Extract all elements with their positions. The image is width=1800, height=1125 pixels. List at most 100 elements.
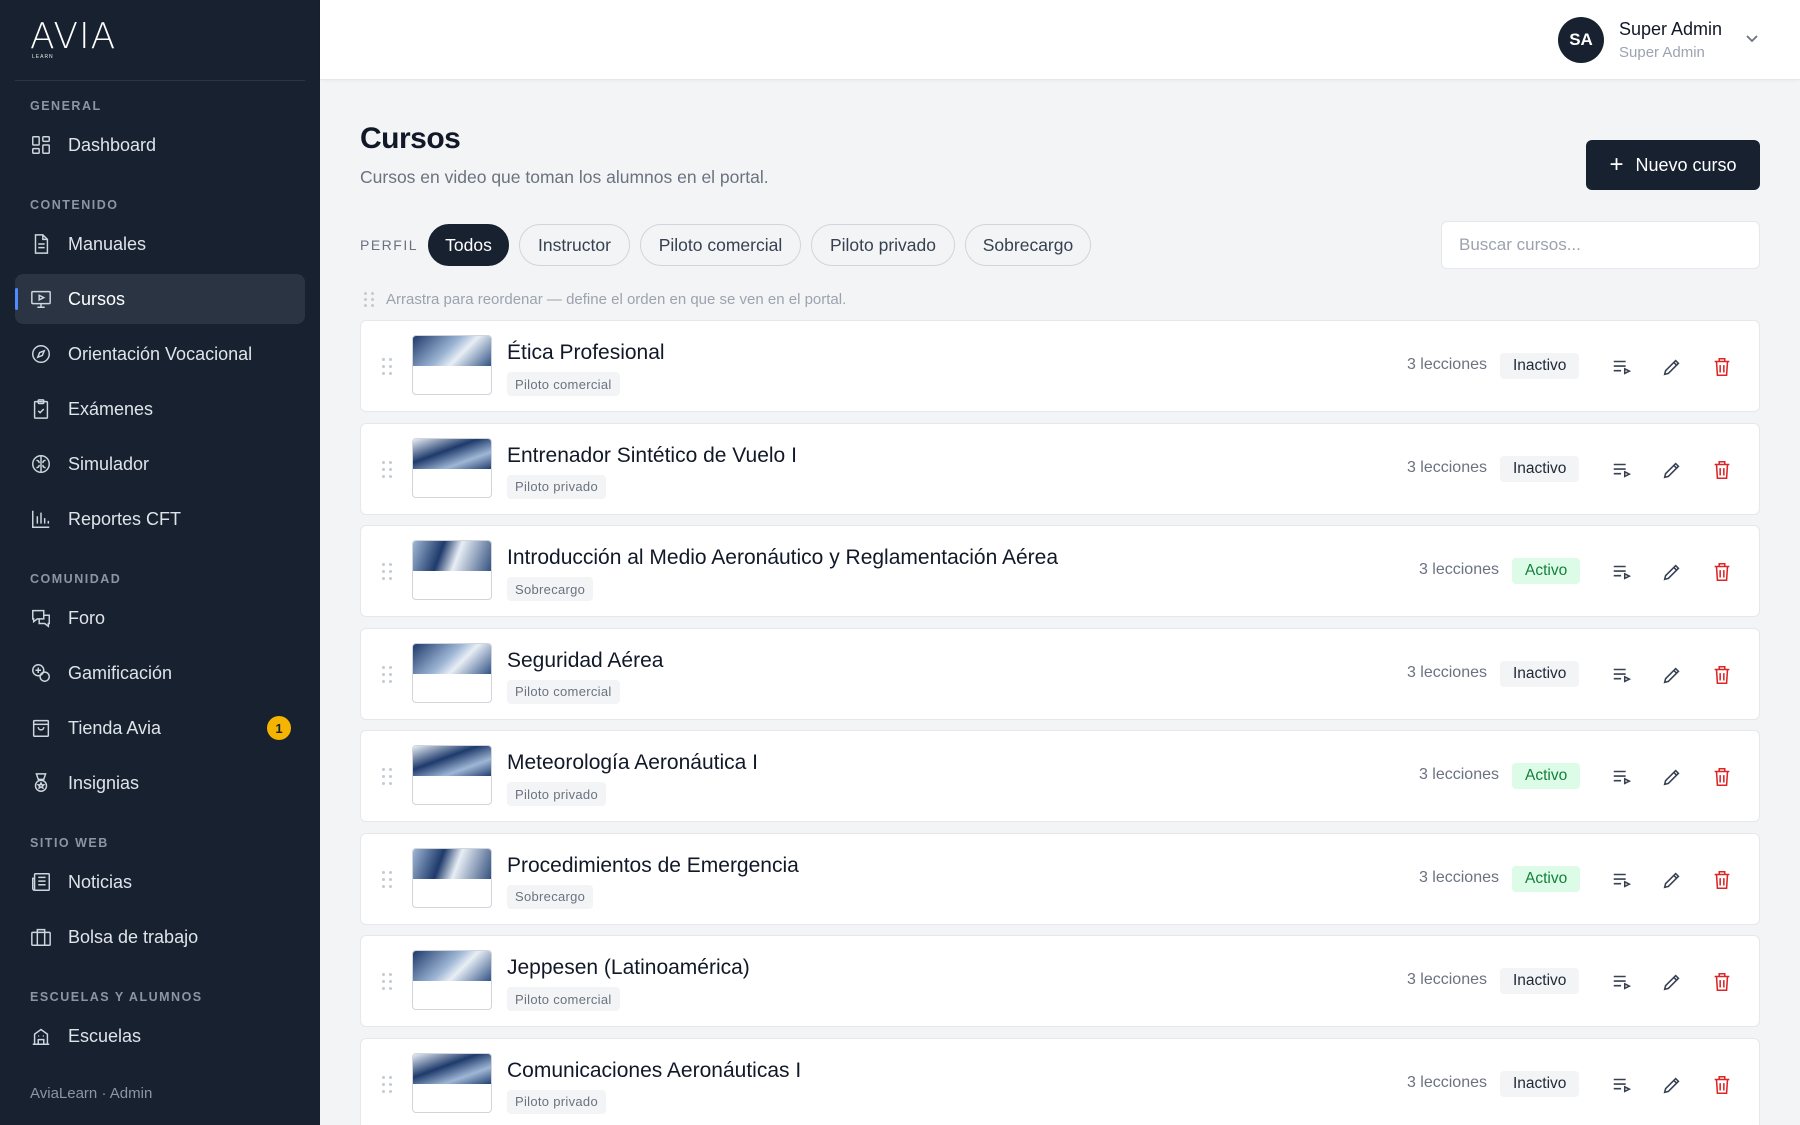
sidebar-item-label: Exámenes — [68, 398, 154, 419]
lessons-list-icon[interactable] — [1611, 459, 1633, 481]
trash-icon[interactable] — [1711, 561, 1733, 583]
lessons-list-icon[interactable] — [1611, 561, 1633, 583]
filter-chip-instructor[interactable]: Instructor — [519, 224, 630, 266]
course-row[interactable]: Seguridad Aérea Piloto comercial 3 leccion… — [360, 627, 1760, 720]
sidebar-item-gamificacion[interactable]: Gamificación — [15, 648, 305, 698]
status-badge[interactable]: Inactivo — [1500, 660, 1580, 687]
course-title[interactable]: Comunicaciones Aeronáuticas I — [507, 1059, 801, 1083]
sidebar-footer: AviaLearn · Admin — [30, 1085, 153, 1102]
trash-icon[interactable] — [1711, 664, 1733, 686]
lessons-list-icon[interactable] — [1611, 971, 1633, 993]
drag-handle-icon[interactable] — [382, 973, 392, 991]
status-badge[interactable]: Activo — [1512, 763, 1581, 789]
edit-icon[interactable] — [1661, 356, 1683, 378]
course-title[interactable]: Entrenador Sintético de Vuelo I — [507, 444, 797, 468]
edit-icon[interactable] — [1661, 766, 1683, 788]
course-title[interactable]: Introducción al Medio Aeronáutico y Regl… — [507, 546, 1058, 570]
edit-icon[interactable] — [1661, 869, 1683, 891]
sidebar-item-insignias[interactable]: Insignias — [15, 758, 305, 808]
status-badge[interactable]: Activo — [1512, 865, 1581, 892]
status-badge[interactable]: Inactivo — [1500, 968, 1580, 994]
sidebar-item-orientacion-vocacional[interactable]: Orientación Vocacional — [15, 329, 305, 379]
search-input[interactable] — [1441, 221, 1760, 269]
trash-icon[interactable] — [1711, 1074, 1733, 1096]
edit-icon[interactable] — [1661, 971, 1683, 993]
course-title[interactable]: Ética Profesional — [507, 341, 665, 365]
edit-icon[interactable] — [1661, 1074, 1683, 1096]
filter-label: PERFIL — [360, 237, 419, 253]
lessons-list-icon[interactable] — [1611, 664, 1633, 686]
filter-chip-todos[interactable]: Todos — [428, 224, 509, 266]
course-title[interactable]: Meteorología Aeronáutica I — [507, 751, 758, 775]
sidebar-item-tienda-avia[interactable]: Tienda Avia 1 — [15, 703, 305, 753]
drag-handle-icon[interactable] — [382, 1075, 392, 1094]
section-sitio-web: SITIO WEB — [30, 836, 109, 850]
filter-chip-piloto-privado[interactable]: Piloto privado — [811, 224, 955, 266]
sidebar-item-manuales[interactable]: Manuales — [15, 219, 305, 269]
status-badge[interactable]: Inactivo — [1500, 353, 1580, 379]
sidebar-item-simulador[interactable]: Simulador — [15, 439, 305, 489]
status-badge[interactable]: Inactivo — [1500, 455, 1580, 482]
chat-bubbles-icon — [30, 607, 52, 629]
filter-chip-sobrecargo[interactable]: Sobrecargo — [965, 224, 1091, 266]
sidebar-item-label: Manuales — [68, 233, 147, 254]
section-escuelas-y-alumnos: ESCUELAS Y ALUMNOS — [30, 990, 203, 1004]
course-row[interactable]: Procedimientos de Emergencia Sobrecargo 3 … — [360, 832, 1760, 925]
drag-handle-icon[interactable] — [382, 563, 392, 581]
trash-icon[interactable] — [1711, 766, 1733, 788]
sidebar-item-examenes[interactable]: Exámenes — [15, 384, 305, 434]
edit-icon[interactable] — [1661, 459, 1683, 481]
sidebar-item-label: Simulador — [68, 453, 150, 474]
course-profile-tag: Piloto comercial — [507, 372, 620, 396]
sidebar-item-escuelas[interactable]: Escuelas — [15, 1011, 305, 1061]
filter-chip-piloto-comercial[interactable]: Piloto comercial — [640, 224, 801, 266]
sidebar-item-foro[interactable]: Foro — [15, 593, 305, 643]
drag-handle-icon[interactable] — [382, 870, 392, 889]
avatar[interactable]: SA — [1558, 17, 1604, 63]
course-thumbnail — [412, 335, 492, 395]
course-row[interactable]: Ética Profesional Piloto comercial 3 lecci… — [360, 320, 1760, 412]
sidebar-item-label: Foro — [68, 607, 106, 628]
course-thumbnail — [412, 642, 492, 703]
course-profile-tag: Piloto privado — [507, 474, 606, 499]
sidebar-item-reportes-cft[interactable]: Reportes CFT — [15, 494, 305, 544]
sidebar-item-noticias[interactable]: Noticias — [15, 857, 305, 907]
course-title[interactable]: Procedimientos de Emergencia — [507, 854, 799, 878]
course-row[interactable]: Meteorología Aeronáutica I Piloto privado… — [360, 730, 1760, 822]
drag-handle-icon[interactable] — [382, 358, 392, 376]
course-row[interactable]: Jeppesen (Latinoamérica) Piloto comercial… — [360, 935, 1760, 1027]
user-name[interactable]: Super Admin — [1619, 19, 1722, 40]
drag-handle-icon — [364, 291, 374, 308]
clipboard-check-icon — [30, 398, 52, 420]
new-course-button[interactable]: + Nuevo curso — [1586, 140, 1760, 190]
sidebar-item-dashboard[interactable]: Dashboard — [15, 120, 305, 170]
trash-icon[interactable] — [1711, 869, 1733, 891]
trash-icon[interactable] — [1711, 459, 1733, 481]
section-comunidad: COMUNIDAD — [30, 572, 122, 586]
lessons-list-icon[interactable] — [1611, 356, 1633, 378]
lessons-list-icon[interactable] — [1611, 1074, 1633, 1096]
sidebar-item-cursos[interactable]: Cursos — [15, 274, 305, 324]
lessons-list-icon[interactable] — [1611, 766, 1633, 788]
chevron-down-icon[interactable] — [1744, 30, 1760, 46]
sidebar-item-label: Escuelas — [68, 1025, 142, 1046]
drag-handle-icon[interactable] — [382, 460, 392, 479]
edit-icon[interactable] — [1661, 561, 1683, 583]
course-row[interactable]: Comunicaciones Aeronáuticas I Piloto priv… — [360, 1037, 1760, 1125]
drag-handle-icon[interactable] — [382, 665, 392, 684]
trash-icon[interactable] — [1711, 356, 1733, 378]
lessons-list-icon[interactable] — [1611, 869, 1633, 891]
course-title[interactable]: Jeppesen (Latinoamérica) — [507, 956, 750, 980]
edit-icon[interactable] — [1661, 664, 1683, 686]
course-title[interactable]: Seguridad Aérea — [507, 649, 663, 673]
section-contenido: CONTENIDO — [30, 198, 119, 212]
course-row[interactable]: Introducción al Medio Aeronáutico y Regl… — [360, 525, 1760, 617]
sidebar-item-label: Gamificación — [68, 662, 173, 683]
status-badge[interactable]: Activo — [1512, 558, 1581, 584]
brand-logo[interactable]: AVIA LEARN — [30, 18, 115, 62]
drag-handle-icon[interactable] — [382, 768, 392, 786]
sidebar-item-bolsa-de-trabajo[interactable]: Bolsa de trabajo — [15, 912, 305, 962]
trash-icon[interactable] — [1711, 971, 1733, 993]
course-row[interactable]: Entrenador Sintético de Vuelo I Piloto pr… — [360, 422, 1760, 515]
status-badge[interactable]: Inactivo — [1500, 1070, 1580, 1097]
